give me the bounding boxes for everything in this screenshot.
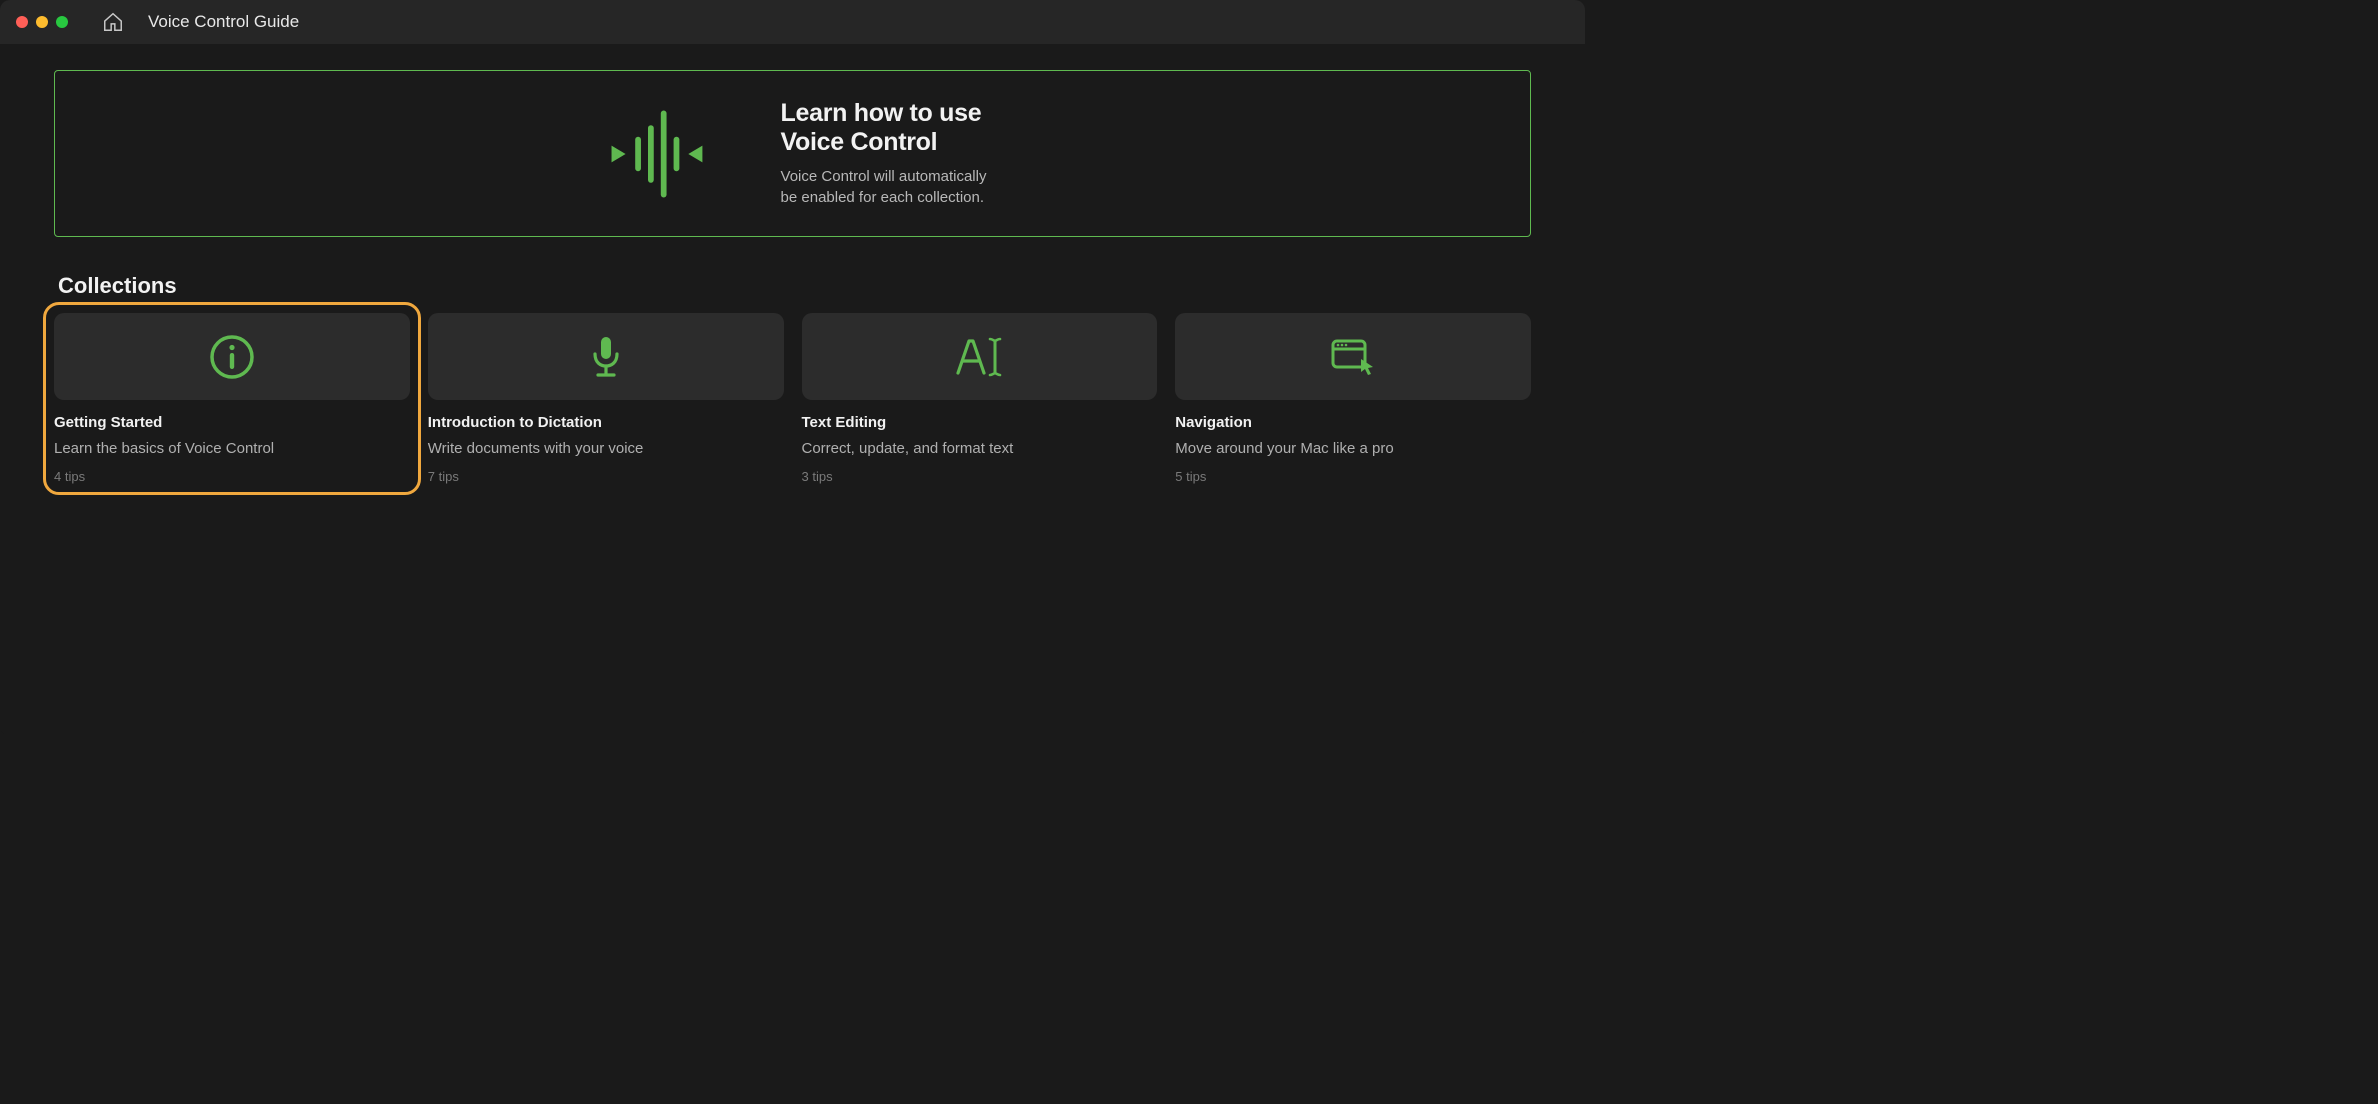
card-title: Introduction to Dictation xyxy=(428,414,784,431)
collection-card-text-editing[interactable]: Text Editing Correct, update, and format… xyxy=(802,313,1158,484)
collection-card-navigation[interactable]: Navigation Move around your Mac like a p… xyxy=(1175,313,1531,484)
app-window: Voice Control Guide Learn how t xyxy=(0,0,1585,736)
text-cursor-icon xyxy=(802,313,1158,400)
card-tips: 4 tips xyxy=(54,469,410,484)
microphone-icon xyxy=(428,313,784,400)
titlebar: Voice Control Guide xyxy=(0,0,1585,44)
card-tips: 3 tips xyxy=(802,469,1158,484)
close-button[interactable] xyxy=(16,16,28,28)
section-title: Collections xyxy=(58,273,1531,299)
window-pointer-icon xyxy=(1175,313,1531,400)
minimize-button[interactable] xyxy=(36,16,48,28)
home-icon[interactable] xyxy=(102,11,124,33)
content: Learn how to use Voice Control Voice Con… xyxy=(0,44,1585,510)
info-icon xyxy=(54,313,410,400)
card-title: Text Editing xyxy=(802,414,1158,431)
hero-text: Learn how to use Voice Control Voice Con… xyxy=(781,99,987,209)
hero-banner[interactable]: Learn how to use Voice Control Voice Con… xyxy=(54,70,1531,237)
fullscreen-button[interactable] xyxy=(56,16,68,28)
card-desc: Learn the basics of Voice Control xyxy=(54,441,410,457)
card-desc: Write documents with your voice xyxy=(428,441,784,457)
card-desc: Correct, update, and format text xyxy=(802,441,1158,457)
collection-card-dictation[interactable]: Introduction to Dictation Write document… xyxy=(428,313,784,484)
card-tips: 7 tips xyxy=(428,469,784,484)
card-title: Navigation xyxy=(1175,414,1531,431)
card-tips: 5 tips xyxy=(1175,469,1531,484)
collections-row: Getting Started Learn the basics of Voic… xyxy=(54,313,1531,484)
traffic-lights xyxy=(16,16,68,28)
hero-title: Learn how to use Voice Control xyxy=(781,99,987,157)
collection-card-getting-started[interactable]: Getting Started Learn the basics of Voic… xyxy=(43,302,421,495)
card-desc: Move around your Mac like a pro xyxy=(1175,441,1531,457)
card-title: Getting Started xyxy=(54,414,410,431)
hero-subtitle: Voice Control will automatically be enab… xyxy=(781,166,987,208)
voice-control-icon xyxy=(599,106,729,202)
window-title: Voice Control Guide xyxy=(148,12,299,32)
